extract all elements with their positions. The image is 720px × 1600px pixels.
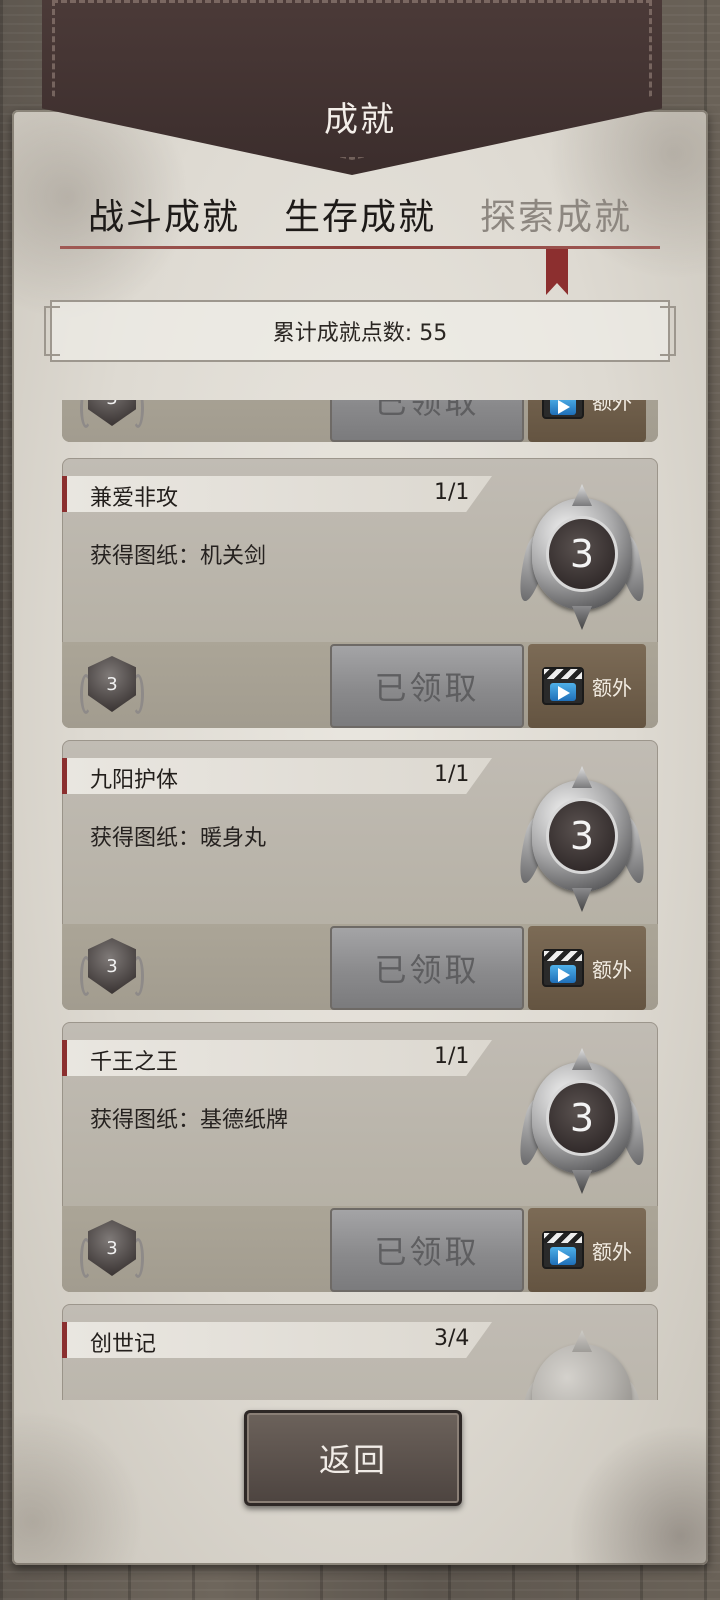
achievement-card: 千王之王 1/1 获得图纸：基德纸牌 3 3 已领取 额外: [62, 1022, 658, 1292]
points-badge: 3: [80, 400, 144, 432]
achievement-card: 兼爱非攻 1/1 获得图纸：机关剑 3 3 已领取 额外: [62, 458, 658, 728]
tab-survival[interactable]: 生存成就: [284, 188, 436, 240]
achievement-progress: 1/1: [434, 762, 470, 787]
achievement-name: 创世记: [90, 1332, 157, 1357]
points-badge-value: 3: [88, 656, 136, 712]
achievement-reward: 获得图纸：基德纸牌: [90, 1108, 289, 1133]
achievement-card: 3 已领取 额外: [62, 400, 658, 442]
achievement-points-box: 累计成就点数: 55: [44, 300, 676, 362]
points-badge: 3: [80, 1216, 144, 1282]
achievement-name: 千王之王: [90, 1050, 179, 1075]
extra-label: 额外: [592, 400, 632, 414]
achievement-card: 九阳护体 1/1 获得图纸：暖身丸 3 3 已领取 额外: [62, 740, 658, 1010]
medal-icon: 3: [513, 482, 651, 634]
video-ad-icon: [542, 667, 584, 705]
medal-value: 3: [546, 1080, 618, 1156]
locked-medal-icon: [513, 1328, 651, 1400]
achievement-name: 兼爱非攻: [90, 486, 179, 511]
medal-value: 3: [546, 798, 618, 874]
extra-reward-button[interactable]: 额外: [528, 644, 646, 728]
achievement-reward: 获得图纸：暖身丸: [90, 826, 267, 851]
claimed-button[interactable]: 已领取: [330, 644, 524, 728]
tab-battle[interactable]: 战斗成就: [88, 188, 240, 240]
tab-underline: [60, 246, 660, 249]
video-ad-icon: [542, 400, 584, 419]
medal-icon: 3: [513, 1046, 651, 1198]
achievement-reward: 获得图纸：机关剑: [90, 544, 267, 569]
extra-label: 额外: [592, 675, 632, 700]
medal-icon: 3: [513, 764, 651, 916]
achievement-progress: 1/1: [434, 480, 470, 505]
achievement-progress: 3/4: [434, 1326, 470, 1351]
video-ad-icon: [542, 1231, 584, 1269]
claimed-button[interactable]: 已领取: [330, 926, 524, 1010]
points-badge-value: 3: [88, 1220, 136, 1276]
points-badge-value: 3: [88, 938, 136, 994]
tab-explore[interactable]: 探索成就: [480, 188, 632, 240]
points-badge: 3: [80, 934, 144, 1000]
points-badge-value: 3: [88, 400, 136, 426]
extra-reward-button[interactable]: 额外: [528, 1208, 646, 1292]
video-ad-icon: [542, 949, 584, 987]
achievement-progress: 1/1: [434, 1044, 470, 1069]
extra-label: 额外: [592, 1239, 632, 1264]
medal-value: 3: [546, 516, 618, 592]
extra-reward-button[interactable]: 额外: [528, 926, 646, 1010]
extra-reward-button[interactable]: 额外: [528, 400, 646, 442]
extra-label: 额外: [592, 957, 632, 982]
points-badge: 3: [80, 652, 144, 718]
page-title: 成就: [324, 100, 396, 140]
achievement-points-label: 累计成就点数: 55: [272, 321, 448, 346]
achievement-list[interactable]: 3 已领取 额外 兼爱非攻 1/1 获得图纸：机关剑 3 3 已领取 额外: [62, 400, 658, 1400]
achievement-name: 九阳护体: [90, 768, 179, 793]
claimed-button[interactable]: 已领取: [330, 1208, 524, 1292]
back-button[interactable]: 返回: [244, 1410, 462, 1506]
tab-bar: 战斗成就 生存成就 探索成就: [60, 180, 660, 250]
achievement-card: 创世记 3/4: [62, 1304, 658, 1400]
claimed-button[interactable]: 已领取: [330, 400, 524, 442]
